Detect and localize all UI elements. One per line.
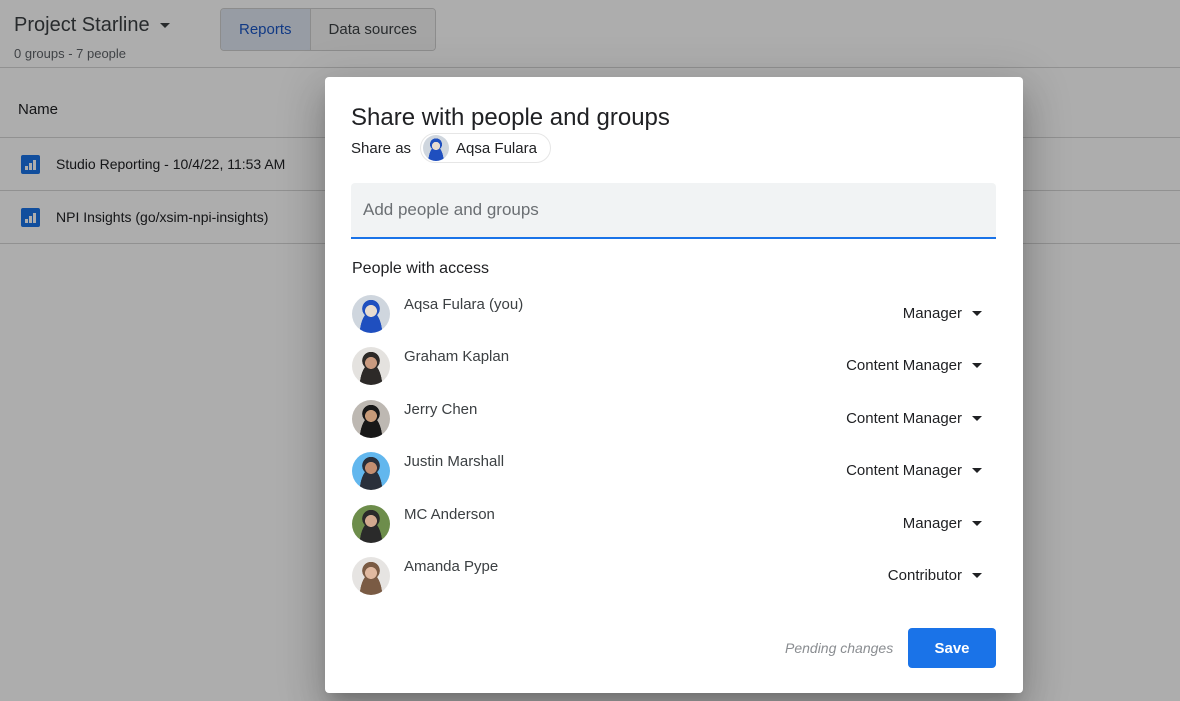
avatar: [352, 295, 390, 333]
avatar: [352, 452, 390, 490]
person-row: Jerry Chen Content Manager: [352, 400, 982, 440]
person-name: Jerry Chen: [404, 401, 478, 418]
caret-down-icon: [972, 573, 982, 578]
role-dropdown[interactable]: Content Manager: [846, 462, 982, 479]
pending-changes-text: Pending changes: [785, 640, 894, 656]
person-name: Justin Marshall: [404, 453, 505, 470]
avatar: [352, 557, 390, 595]
share-as-name: Aqsa Fulara: [456, 139, 537, 157]
caret-down-icon: [972, 416, 982, 421]
avatar: [352, 400, 390, 438]
avatar: [352, 347, 390, 385]
role-dropdown[interactable]: Contributor: [888, 567, 982, 584]
save-button[interactable]: Save: [908, 628, 996, 668]
role-label: Contributor: [887, 567, 962, 584]
role-dropdown[interactable]: Manager: [903, 515, 982, 532]
share-as: Share as Aqsa Fulara: [351, 133, 551, 163]
person-row: Aqsa Fulara (you) Manager: [352, 295, 982, 335]
dialog-title: Share with people and groups: [351, 104, 670, 131]
avatar: [423, 135, 450, 161]
avatar: [352, 505, 390, 543]
share-dialog: Share with people and groups Share as Aq…: [325, 77, 1023, 693]
person-row: Justin Marshall Content Manager: [352, 452, 982, 492]
person-name: Aqsa Fulara (you): [404, 296, 524, 313]
caret-down-icon: [972, 311, 982, 316]
person-name: Graham Kaplan: [404, 348, 510, 365]
person-name: Amanda Pype: [404, 558, 499, 575]
role-label: Content Manager: [846, 410, 962, 427]
person-row: MC Anderson Manager: [352, 505, 982, 545]
role-dropdown[interactable]: Content Manager: [846, 357, 982, 374]
caret-down-icon: [972, 468, 982, 473]
person-name: MC Anderson: [404, 506, 495, 523]
person-row: Graham Kaplan Content Manager: [352, 347, 982, 387]
role-label: Manager: [902, 305, 962, 322]
people-with-access-heading: People with access: [352, 260, 489, 277]
person-row: Amanda Pype Contributor: [352, 557, 982, 597]
role-label: Manager: [902, 515, 962, 532]
role-label: Content Manager: [846, 357, 962, 374]
role-label: Content Manager: [846, 462, 962, 479]
page: Project Starline 0 groups - 7 people Rep…: [0, 0, 1180, 701]
caret-down-icon: [972, 363, 982, 368]
share-as-label: Share as: [351, 139, 412, 157]
share-as-chip[interactable]: Aqsa Fulara: [420, 133, 551, 163]
caret-down-icon: [972, 521, 982, 526]
role-dropdown[interactable]: Content Manager: [846, 410, 982, 427]
role-dropdown[interactable]: Manager: [903, 305, 982, 322]
add-people-input[interactable]: [351, 183, 996, 239]
